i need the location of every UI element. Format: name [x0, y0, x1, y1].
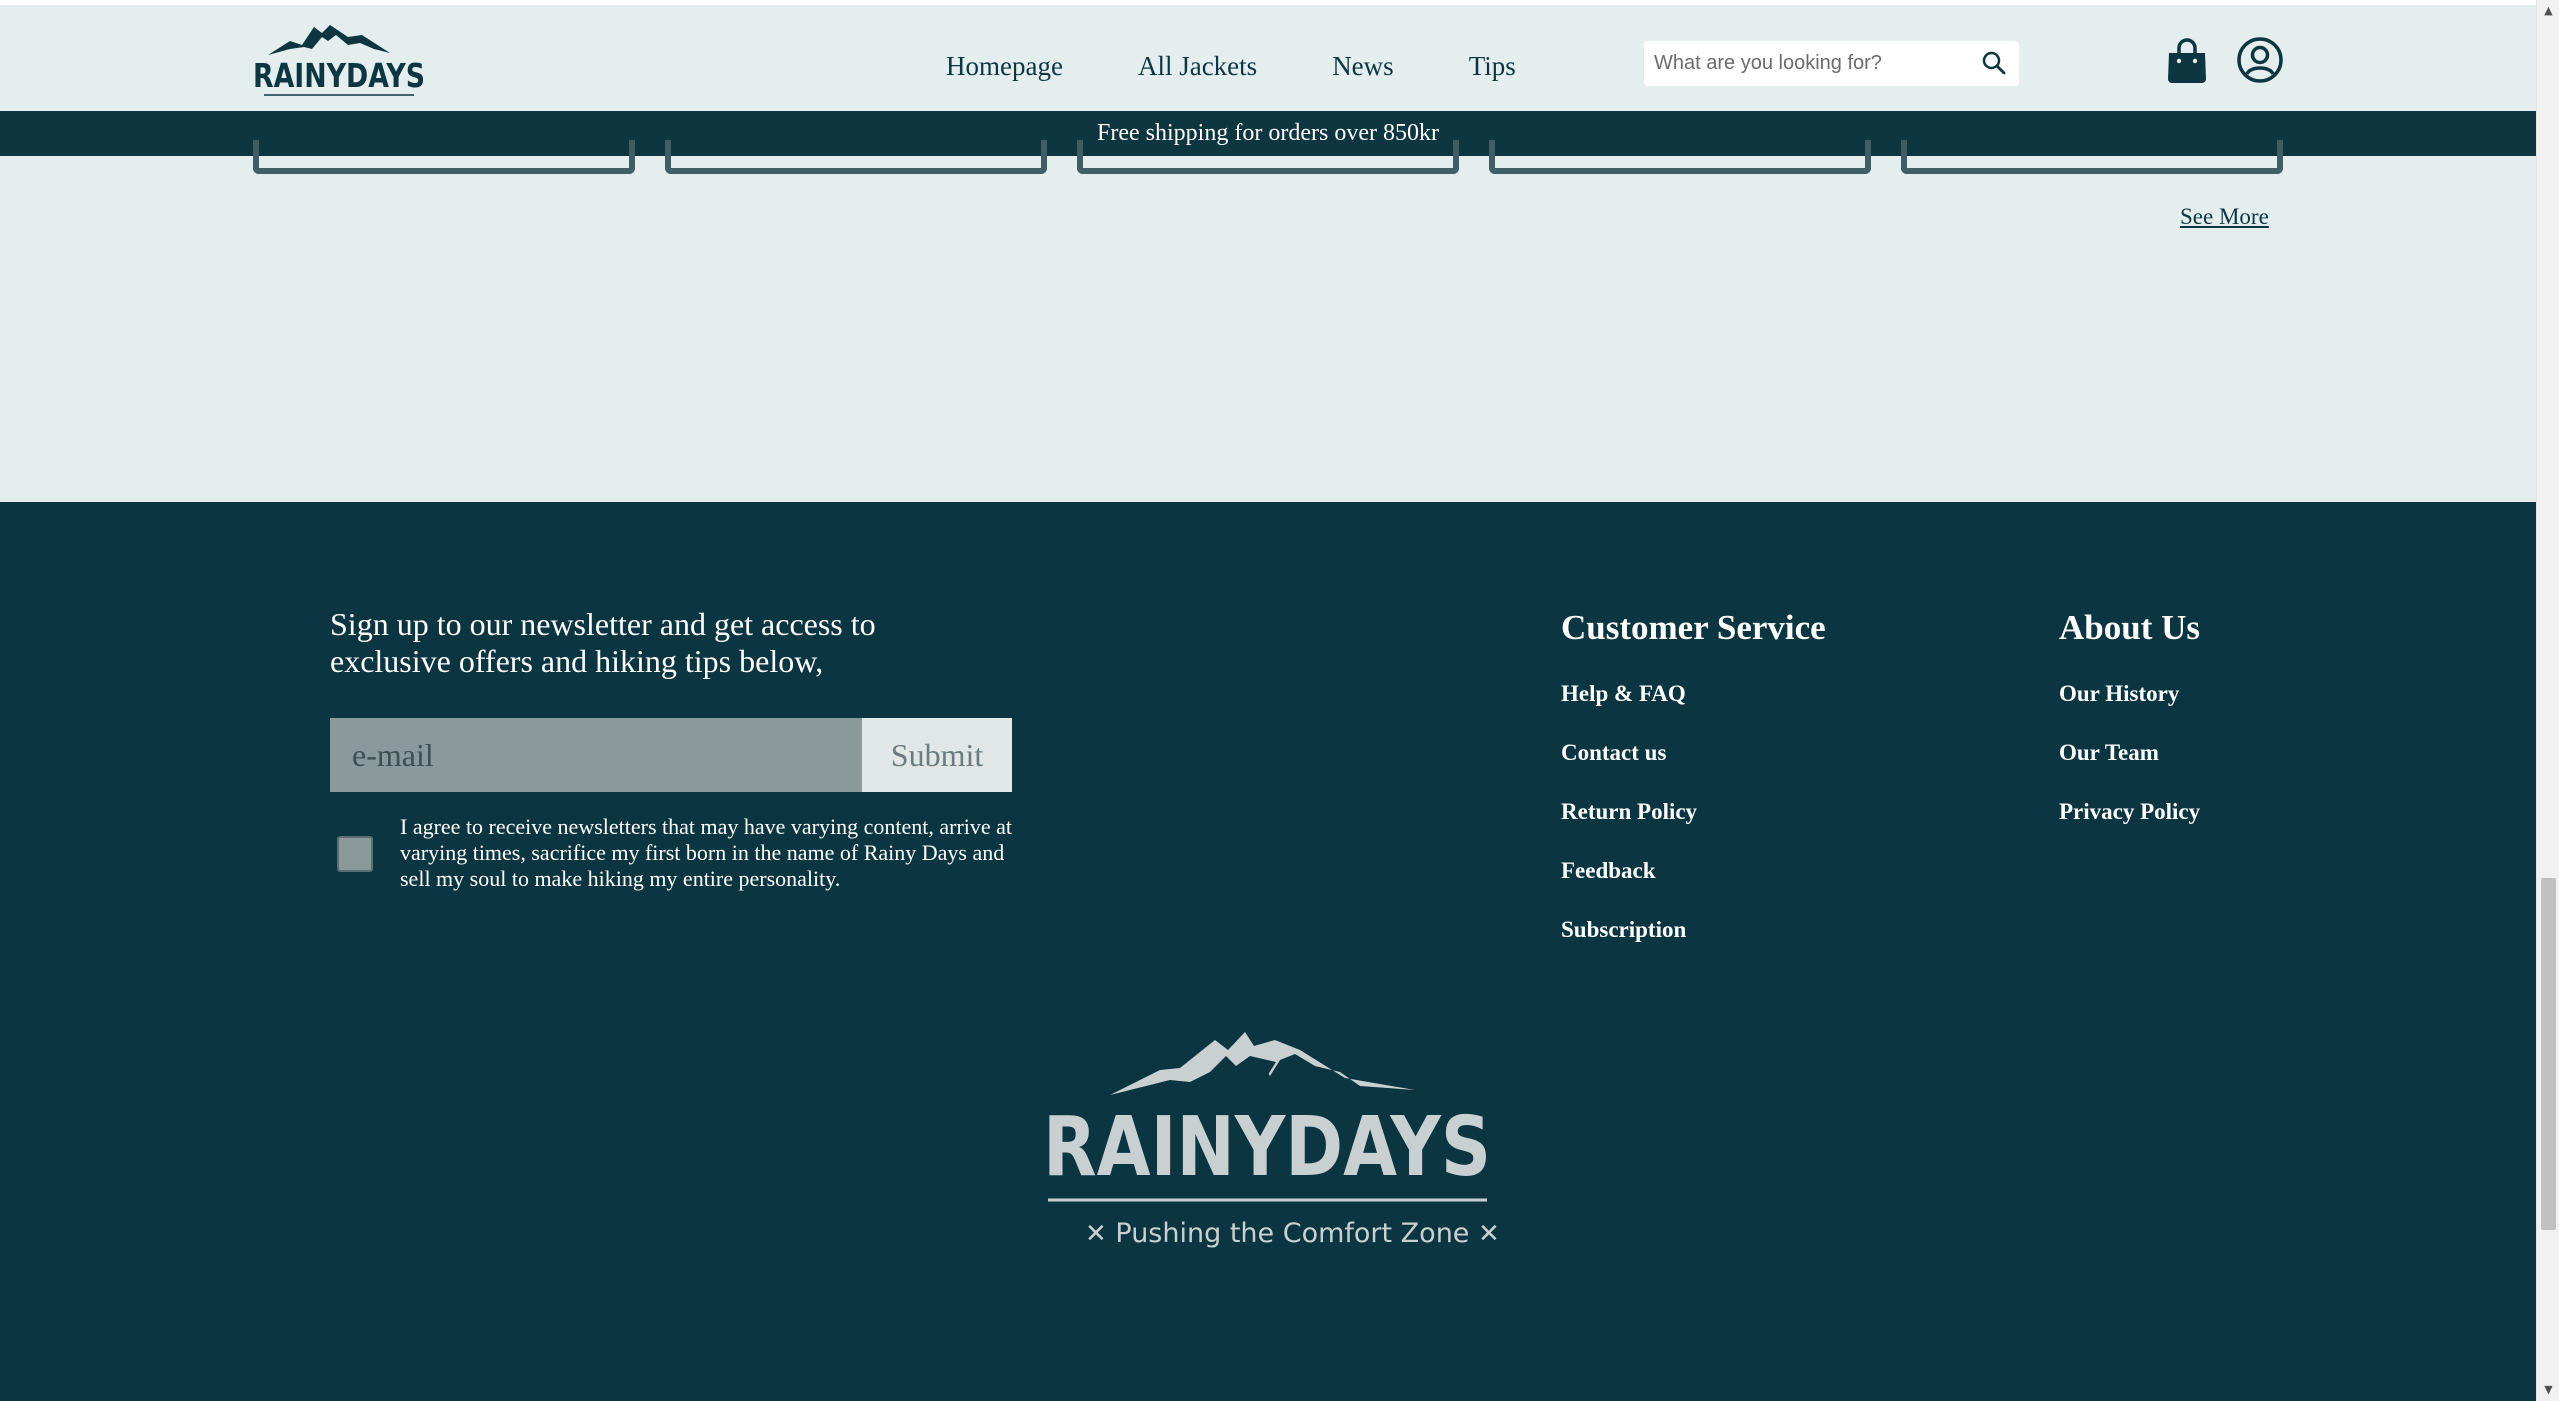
link-our-history[interactable]: Our History [2059, 681, 2179, 707]
nav-homepage[interactable]: Homepage [946, 51, 1063, 82]
scrollbar-thumb[interactable] [2541, 878, 2556, 1230]
link-help-faq[interactable]: Help & FAQ [1561, 681, 1686, 707]
search-input[interactable]: What are you looking for? [1654, 41, 1882, 86]
logo-text: RAINYDAYS [253, 56, 425, 95]
rainydays-logo[interactable]: RAINYDAYS [250, 19, 428, 99]
about-us-title: About Us [2059, 608, 2201, 647]
submit-button[interactable]: Submit [862, 718, 1012, 792]
scroll-down-arrow-icon[interactable]: ▼ [2537, 1379, 2559, 1401]
email-field[interactable]: e-mail [330, 718, 862, 792]
product-card[interactable] [1077, 140, 1459, 174]
tagline-text: Pushing the Comfort Zone [1115, 1218, 1470, 1249]
nav-tips[interactable]: Tips [1469, 51, 1516, 82]
user-account-icon[interactable] [2236, 36, 2284, 84]
x-mark-icon: ✕ [1085, 1219, 1107, 1249]
main-nav: Homepage All Jackets News Tips [946, 51, 1591, 82]
search-icon[interactable] [1981, 50, 2007, 76]
page-scrollbar[interactable]: ▲ ▼ [2536, 0, 2559, 1401]
newsletter-text: Sign up to our newsletter and get access… [330, 606, 876, 679]
product-card[interactable] [253, 140, 635, 174]
consent-text: I agree to receive newsletters that may … [400, 814, 1013, 891]
nav-all-jackets[interactable]: All Jackets [1138, 51, 1257, 82]
nav-news[interactable]: News [1332, 51, 1394, 82]
page: RAINYDAYS Homepage All Jackets News Tips… [0, 0, 2536, 1401]
search-box: What are you looking for? [1644, 41, 2019, 86]
newsletter-consent-checkbox[interactable] [337, 836, 373, 872]
link-feedback[interactable]: Feedback [1561, 858, 1656, 884]
link-return-policy[interactable]: Return Policy [1561, 799, 1697, 825]
site-header: RAINYDAYS Homepage All Jackets News Tips… [0, 5, 2536, 111]
product-card[interactable] [1489, 140, 1871, 174]
email-placeholder: e-mail [352, 737, 434, 773]
x-mark-icon: ✕ [1478, 1219, 1500, 1249]
link-subscription[interactable]: Subscription [1561, 917, 1686, 943]
see-more-link[interactable]: See More [2180, 204, 2269, 230]
link-our-team[interactable]: Our Team [2059, 740, 2159, 766]
link-privacy-policy[interactable]: Privacy Policy [2059, 799, 2200, 825]
product-card[interactable] [1901, 140, 2283, 174]
footer-logo: RAINYDAYS [1043, 1032, 1491, 1202]
link-contact-us[interactable]: Contact us [1561, 740, 1666, 766]
customer-service-title: Customer Service [1561, 608, 1826, 647]
product-card[interactable] [665, 140, 1047, 174]
footer-logo-text: RAINYDAYS [1043, 1100, 1491, 1195]
shopping-bag-icon[interactable] [2166, 37, 2208, 85]
scroll-up-arrow-icon[interactable]: ▲ [2537, 0, 2559, 22]
footer-tagline: ✕ Pushing the Comfort Zone ✕ [1085, 1218, 1500, 1249]
